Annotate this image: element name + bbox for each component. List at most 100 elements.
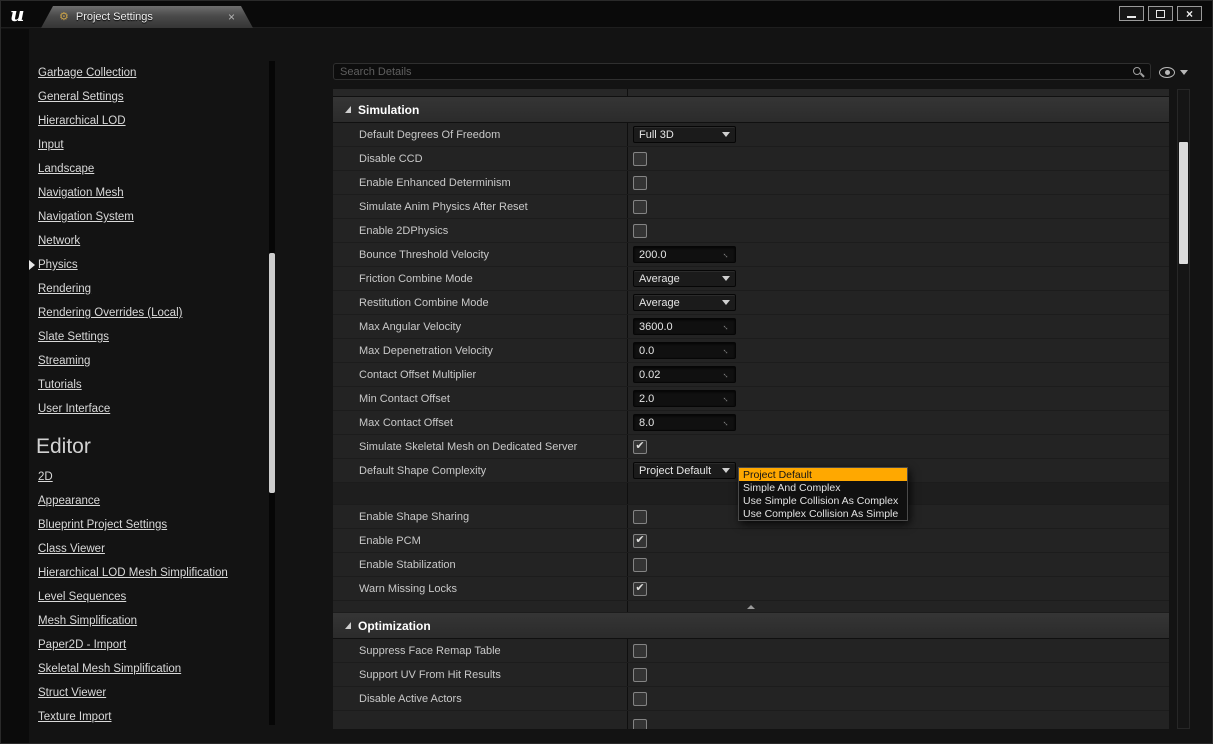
- search-details-box[interactable]: [333, 63, 1151, 80]
- sidebar-item-network[interactable]: Network: [29, 229, 267, 253]
- suppress-face-remap-table-checkbox[interactable]: [633, 643, 647, 658]
- window-left-edge: [1, 29, 29, 743]
- tab-project-settings[interactable]: ⚙ Project Settings ×: [41, 6, 253, 28]
- section-header-optimization[interactable]: Optimization: [333, 613, 1169, 639]
- setting-value-cell: Full 3D: [628, 123, 1169, 146]
- sidebar-item-navigation-system[interactable]: Navigation System: [29, 205, 267, 229]
- sidebar-item-hierarchical-lod-mesh-simplification[interactable]: Hierarchical LOD Mesh Simplification: [29, 561, 267, 585]
- visibility-icon[interactable]: [1159, 67, 1175, 78]
- setting-value-cell: Average: [628, 291, 1169, 314]
- setting-label-cell: [333, 89, 628, 96]
- details-scrollbar-thumb[interactable]: [1179, 142, 1188, 264]
- dropdown-value: Project Default: [639, 464, 712, 477]
- warn-missing-locks-checkbox[interactable]: ✔: [633, 581, 647, 596]
- sidebar-item-general-settings[interactable]: General Settings: [29, 85, 267, 109]
- setting-checkbox[interactable]: [633, 719, 647, 729]
- simulate-skeletal-mesh-on-dedicated-server-checkbox[interactable]: ✔: [633, 439, 647, 454]
- sidebar-item-paper2d-import[interactable]: Paper2D - Import: [29, 633, 267, 657]
- dropdown-option-use-complex-collision-as-simple[interactable]: Use Complex Collision As Simple: [739, 507, 907, 520]
- setting-value-cell: 0.02 ↔: [628, 363, 1169, 386]
- sidebar-item-user-interface[interactable]: User Interface: [29, 397, 267, 421]
- max-depenetration-velocity-input[interactable]: 0.0 ↔: [633, 342, 736, 359]
- advanced-collapse-bar[interactable]: [333, 601, 1169, 613]
- sidebar-scrollbar-thumb[interactable]: [269, 253, 275, 493]
- sidebar-item-texture-import[interactable]: Texture Import: [29, 705, 267, 727]
- setting-label-cell: Enable Shape Sharing: [333, 505, 628, 528]
- sidebar-item-streaming[interactable]: Streaming: [29, 349, 267, 373]
- setting-label: Enable 2DPhysics: [359, 224, 449, 237]
- maximize-button[interactable]: [1148, 6, 1173, 21]
- sidebar-item-rendering-overrides-local[interactable]: Rendering Overrides (Local): [29, 301, 267, 325]
- min-contact-offset-input[interactable]: 2.0 ↔: [633, 390, 736, 407]
- disable-active-actors-checkbox[interactable]: [633, 691, 647, 706]
- default-degrees-of-freedom-dropdown[interactable]: Full 3D: [633, 126, 736, 143]
- restitution-combine-mode-dropdown[interactable]: Average: [633, 294, 736, 311]
- enable-2dphysics-checkbox[interactable]: [633, 223, 647, 238]
- sidebar-scrollbar[interactable]: [269, 61, 275, 725]
- max-contact-offset-input[interactable]: 8.0 ↔: [633, 414, 736, 431]
- sidebar-item-label: Physics: [38, 259, 78, 271]
- dropdown-option-simple-and-complex[interactable]: Simple And Complex: [739, 481, 907, 494]
- setting-label: Friction Combine Mode: [359, 272, 473, 285]
- sidebar-item-tutorials[interactable]: Tutorials: [29, 373, 267, 397]
- enable-shape-sharing-checkbox[interactable]: [633, 509, 647, 524]
- dropdown-option-use-simple-collision-as-complex[interactable]: Use Simple Collision As Complex: [739, 494, 907, 507]
- sidebar-item-input[interactable]: Input: [29, 133, 267, 157]
- minimize-button[interactable]: [1119, 6, 1144, 21]
- sidebar-item-struct-viewer[interactable]: Struct Viewer: [29, 681, 267, 705]
- sidebar-item-rendering[interactable]: Rendering: [29, 277, 267, 301]
- sidebar-item-physics[interactable]: Physics: [29, 253, 267, 277]
- sidebar-item-navigation-mesh[interactable]: Navigation Mesh: [29, 181, 267, 205]
- contact-offset-multiplier-input[interactable]: 0.02 ↔: [633, 366, 736, 383]
- setting-value-cell: [628, 171, 1169, 194]
- sidebar-item-hierarchical-lod[interactable]: Hierarchical LOD: [29, 109, 267, 133]
- enable-enhanced-determinism-checkbox[interactable]: [633, 175, 647, 190]
- dropdown-option-project-default[interactable]: Project Default: [739, 468, 907, 481]
- sidebar-item-label: User Interface: [38, 403, 111, 415]
- sidebar-item-level-sequences[interactable]: Level Sequences: [29, 585, 267, 609]
- search-input[interactable]: [340, 65, 1128, 78]
- enable-pcm-checkbox[interactable]: ✔: [633, 533, 647, 548]
- support-uv-from-hit-results-checkbox[interactable]: [633, 667, 647, 682]
- settings-row-enable-stabilization: Enable Stabilization: [333, 553, 1169, 577]
- chevron-down-icon: [722, 300, 730, 305]
- sidebar-item-class-viewer[interactable]: Class Viewer: [29, 537, 267, 561]
- sidebar-item-label: Blueprint Project Settings: [38, 519, 168, 531]
- chevron-down-icon[interactable]: [1180, 70, 1188, 75]
- setting-value-cell: ✔: [628, 577, 1169, 600]
- setting-value-cell: 3600.0 ↔: [628, 315, 1169, 338]
- simulate-anim-physics-after-reset-checkbox[interactable]: [633, 199, 647, 214]
- sidebar-item-label: Texture Import: [38, 711, 112, 723]
- setting-label: Contact Offset Multiplier: [359, 368, 477, 381]
- close-button[interactable]: ×: [1177, 6, 1202, 21]
- default-shape-complexity-dropdown[interactable]: Project Default: [633, 462, 736, 479]
- sidebar-item-blueprint-project-settings[interactable]: Blueprint Project Settings: [29, 513, 267, 537]
- enable-stabilization-checkbox[interactable]: [633, 557, 647, 572]
- sidebar-item-mesh-simplification[interactable]: Mesh Simplification: [29, 609, 267, 633]
- setting-value-cell: Average: [628, 267, 1169, 290]
- sidebar-item-label: Paper2D - Import: [38, 639, 127, 651]
- sidebar-item-landscape[interactable]: Landscape: [29, 157, 267, 181]
- check-icon: ✔: [635, 581, 645, 594]
- section-header-simulation[interactable]: Simulation: [333, 97, 1169, 123]
- max-angular-velocity-input[interactable]: 3600.0 ↔: [633, 318, 736, 335]
- setting-value-cell: [628, 219, 1169, 242]
- sidebar-item-2d[interactable]: 2D: [29, 465, 267, 489]
- partial-row-bottom: [333, 711, 1169, 729]
- drag-spinner-icon: ↔: [720, 416, 733, 429]
- tab-close-icon[interactable]: ×: [228, 11, 235, 23]
- details-scrollbar[interactable]: [1177, 89, 1190, 729]
- sidebar-item-garbage-collection[interactable]: Garbage Collection: [29, 61, 267, 85]
- friction-combine-mode-dropdown[interactable]: Average: [633, 270, 736, 287]
- disable-ccd-checkbox[interactable]: [633, 151, 647, 166]
- sidebar-item-skeletal-mesh-simplification[interactable]: Skeletal Mesh Simplification: [29, 657, 267, 681]
- bounce-threshold-velocity-input[interactable]: 200.0 ↔: [633, 246, 736, 263]
- settings-row-warn-missing-locks: Warn Missing Locks ✔: [333, 577, 1169, 601]
- setting-value-cell: [628, 711, 1169, 729]
- sidebar-item-appearance[interactable]: Appearance: [29, 489, 267, 513]
- settings-row-support-uv-from-hit-results: Support UV From Hit Results: [333, 663, 1169, 687]
- dropdown-value: Average: [639, 272, 680, 285]
- setting-label-cell: [333, 483, 628, 504]
- sidebar-item-slate-settings[interactable]: Slate Settings: [29, 325, 267, 349]
- setting-label-cell: Enable Stabilization: [333, 553, 628, 576]
